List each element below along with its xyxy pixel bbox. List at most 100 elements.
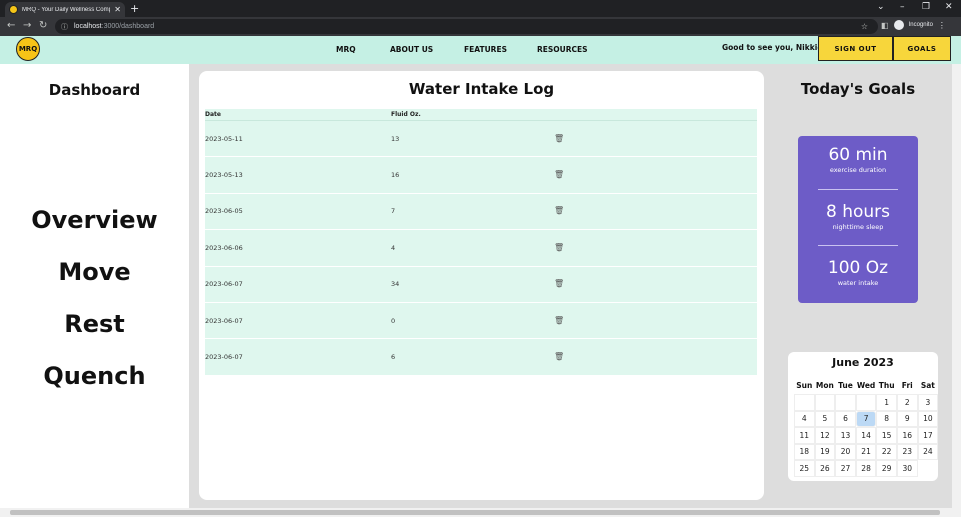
back-icon[interactable]: ← — [7, 20, 15, 31]
sign-out-button[interactable]: SIGN OUT — [818, 36, 893, 61]
weekday-label: Mon — [815, 381, 834, 390]
table-row: 2023-06-05 7 🗑 — [205, 194, 757, 231]
reload-icon[interactable]: ↻ — [39, 20, 47, 31]
calendar-day[interactable]: 5 — [814, 410, 836, 427]
row-date: 2023-06-07 — [205, 316, 243, 325]
delete-trash-icon[interactable]: 🗑 — [554, 207, 564, 215]
delete-trash-icon[interactable]: 🗑 — [554, 316, 564, 325]
browser-toolbar: ← → ↻ ⓘ localhost:3000/dashboard ☆ ◧ Inc… — [0, 17, 961, 36]
calendar-day[interactable]: 23 — [896, 443, 918, 460]
delete-trash-icon[interactable]: 🗑 — [554, 280, 564, 288]
delete-trash-icon[interactable]: 🗑 — [554, 171, 564, 179]
menu-icon[interactable]: ⋮ — [938, 21, 946, 30]
weekday-label: Sun — [796, 381, 813, 390]
calendar-day[interactable]: 4 — [794, 410, 815, 427]
calendar-day[interactable]: 30 — [896, 460, 918, 477]
window-close-icon[interactable]: ✕ — [945, 2, 953, 12]
goal-label: water intake — [837, 279, 879, 287]
new-tab-icon[interactable]: + — [130, 2, 139, 15]
info-icon[interactable]: ⓘ — [61, 22, 68, 32]
goals-button[interactable]: GOALS — [893, 36, 951, 61]
calendar-day[interactable]: 26 — [814, 460, 836, 477]
calendar: June 2023 Sun Mon Tue Wed Thu Fri Sat 12345678… — [788, 352, 939, 481]
sidebar-item-quench[interactable]: Quench — [0, 362, 189, 390]
calendar-day[interactable]: 8 — [876, 410, 897, 427]
calendar-day[interactable]: 9 — [896, 410, 918, 427]
tab-search-icon[interactable]: ⌄ — [877, 2, 885, 12]
goal-divider — [818, 245, 898, 246]
calendar-day[interactable]: 10 — [917, 410, 939, 427]
site-navbar: MRQ MRQ ABOUT US FEATURES RESOURCES Good… — [0, 36, 961, 64]
table-header: Date Fluid Oz. — [205, 109, 757, 121]
browser-tab[interactable]: MRQ - Your Daily Wellness Comp ✕ — [5, 2, 125, 17]
calendar-day[interactable]: 3 — [917, 394, 939, 411]
minimize-icon[interactable]: – — [900, 2, 905, 12]
bookmark-star-icon[interactable]: ☆ — [861, 22, 868, 31]
delete-trash-icon[interactable]: 🗑 — [554, 353, 564, 361]
calendar-day[interactable]: 2 — [896, 394, 918, 411]
browser-tab-strip: MRQ - Your Daily Wellness Comp ✕ + ⌄ – ❐… — [0, 0, 961, 17]
page-viewport: MRQ MRQ ABOUT US FEATURES RESOURCES Good… — [0, 36, 961, 508]
user-greeting: Good to see you, Nikki-a — [722, 43, 826, 52]
calendar-day[interactable]: 16 — [896, 427, 918, 444]
weekday-label: Thu — [878, 381, 895, 390]
forward-icon[interactable]: → — [23, 20, 31, 31]
calendar-day[interactable]: 12 — [814, 427, 836, 444]
calendar-day[interactable]: 6 — [835, 410, 856, 427]
nav-link-features[interactable]: FEATURES — [464, 45, 507, 54]
nav-link-about-us[interactable]: ABOUT US — [390, 45, 433, 54]
row-date: 2023-06-07 — [205, 280, 243, 289]
delete-trash-icon[interactable]: 🗑 — [554, 134, 564, 143]
calendar-day[interactable]: 18 — [794, 443, 815, 460]
calendar-day[interactable]: 13 — [835, 427, 856, 444]
nav-link-resources[interactable]: RESOURCES — [537, 45, 588, 54]
sidebar-item-overview[interactable]: Overview — [0, 206, 189, 234]
calendar-month-title: June 2023 — [832, 356, 894, 369]
calendar-day[interactable]: 15 — [876, 427, 897, 444]
close-tab-icon[interactable]: ✕ — [114, 5, 121, 14]
weekday-label: Sat — [920, 381, 935, 390]
calendar-day[interactable]: 19 — [814, 443, 836, 460]
favicon-icon — [9, 5, 18, 14]
row-date: 2023-06-07 — [205, 353, 243, 362]
calendar-day[interactable]: 14 — [855, 427, 877, 444]
goal-label: exercise duration — [829, 166, 887, 174]
calendar-day[interactable]: 24 — [917, 443, 939, 460]
calendar-day-today[interactable]: 7 — [855, 410, 877, 427]
side-panel-icon[interactable]: ◧ — [881, 21, 889, 30]
maximize-icon[interactable]: ❐ — [922, 2, 930, 12]
column-header-date: Date — [205, 111, 221, 118]
goal-divider — [818, 189, 898, 190]
calendar-day[interactable]: 28 — [855, 460, 877, 477]
nav-link-mrq[interactable]: MRQ — [336, 45, 356, 54]
sidebar-title: Dashboard — [48, 81, 141, 99]
calendar-day[interactable]: 22 — [876, 443, 897, 460]
incognito-icon — [893, 20, 904, 30]
horizontal-scrollbar[interactable] — [0, 508, 961, 517]
sidebar-item-move[interactable]: Move — [0, 258, 189, 286]
goals-title: Today's Goals — [800, 80, 916, 98]
mrq-logo[interactable]: MRQ — [16, 37, 40, 61]
water-log-table: Date Fluid Oz. 2023-05-11 13 🗑 2023-05-13 16… — [205, 109, 757, 376]
weekday-label: Tue — [838, 381, 853, 390]
browser-profile[interactable]: ◧ Incognito ⋮ — [881, 20, 946, 30]
calendar-day[interactable]: 21 — [855, 443, 877, 460]
goal-value: 100 Oz — [827, 258, 889, 278]
address-bar[interactable]: ⓘ localhost:3000/dashboard ☆ — [55, 19, 878, 34]
table-row: 2023-06-07 34 🗑 — [205, 267, 757, 303]
calendar-day[interactable]: 27 — [835, 460, 856, 477]
row-date: 2023-06-05 — [205, 207, 243, 216]
calendar-day[interactable]: 17 — [917, 427, 939, 444]
vertical-scrollbar[interactable] — [952, 64, 961, 508]
calendar-day[interactable]: 11 — [794, 427, 815, 444]
water-log-card: Water Intake Log Date Fluid Oz. 2023-05-… — [199, 71, 764, 500]
calendar-day[interactable]: 25 — [794, 460, 815, 477]
sidebar-item-rest[interactable]: Rest — [0, 310, 189, 338]
calendar-day[interactable]: 20 — [835, 443, 856, 460]
delete-trash-icon[interactable]: 🗑 — [554, 243, 564, 252]
calendar-day[interactable]: 1 — [876, 394, 897, 411]
goals-panel: 60 min exercise duration 8 hours nightti… — [798, 136, 918, 303]
calendar-day[interactable]: 29 — [876, 460, 897, 477]
horizontal-scroll-thumb[interactable] — [10, 510, 940, 515]
goal-water: 100 Oz water intake — [798, 258, 918, 287]
